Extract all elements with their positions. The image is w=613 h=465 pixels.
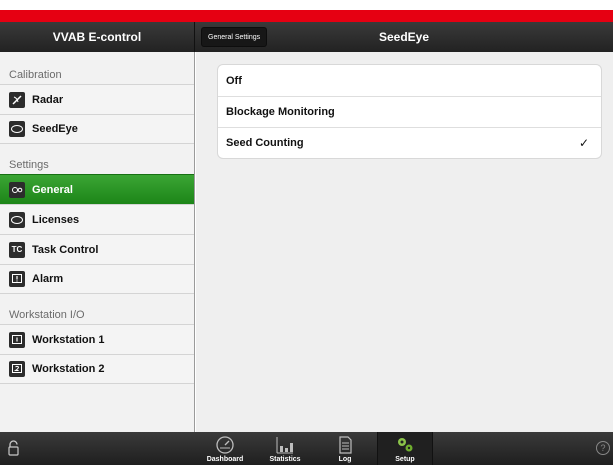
tab-label: Dashboard — [206, 456, 244, 463]
dashboard-icon — [215, 435, 235, 455]
sidebar-item-alarm[interactable]: Alarm — [0, 264, 194, 294]
sidebar-item-licenses[interactable]: Licenses — [0, 204, 194, 234]
option-seed-counting[interactable]: Seed Counting ✓ — [218, 127, 601, 158]
tab-label: Log — [338, 456, 352, 463]
general-icon — [9, 181, 25, 198]
sidebar-item-label: SeedEye — [32, 123, 78, 135]
tabs: Dashboard Statistics Log Setup — [197, 432, 437, 465]
sidebar-item-label: Workstation 1 — [32, 333, 105, 346]
option-label: Blockage Monitoring — [226, 106, 335, 118]
option-blockage-monitoring[interactable]: Blockage Monitoring — [218, 96, 601, 127]
workstation-2-icon — [9, 361, 25, 377]
sidebar-item-label: Alarm — [32, 273, 64, 285]
sidebar-item-seedeye[interactable]: SeedEye — [0, 114, 194, 144]
sidebar-item-general[interactable]: General — [0, 174, 194, 204]
section-title-workstation-io: Workstation I/O — [9, 309, 85, 321]
app-title: VVAB E-control — [0, 22, 195, 52]
sidebar-section-calibration: Calibration Radar SeedEye — [0, 64, 194, 144]
detail-header: General Settings SeedEye — [195, 22, 613, 52]
section-title-calibration: Calibration — [9, 69, 62, 81]
licenses-icon — [9, 211, 25, 228]
header-bar: VVAB E-control General Settings SeedEye — [0, 22, 613, 52]
help-icon[interactable]: ? — [596, 441, 610, 455]
lock-icon[interactable] — [8, 440, 19, 456]
tab-statistics[interactable]: Statistics — [257, 432, 313, 465]
option-off[interactable]: Off — [218, 65, 601, 96]
sidebar-item-label: Radar — [32, 93, 64, 106]
option-label: Off — [226, 74, 242, 87]
sidebar-item-radar[interactable]: Radar — [0, 84, 194, 114]
option-list: Off Blockage Monitoring Seed Counting ✓ — [217, 64, 602, 159]
tab-log[interactable]: Log — [317, 432, 373, 465]
tab-label: Statistics — [269, 456, 301, 463]
workstation-1-icon — [9, 331, 25, 348]
sidebar-item-label: Licenses — [32, 213, 80, 226]
brand-red-bar — [0, 10, 613, 22]
sidebar-section-settings: Settings General Licenses TC Task Contro… — [0, 154, 194, 294]
sidebar-item-workstation-2[interactable]: Workstation 2 — [0, 354, 194, 384]
setup-icon — [395, 435, 415, 455]
sidebar-item-label: Task Control — [32, 243, 99, 256]
seedeye-icon — [9, 121, 25, 137]
sidebar-section-workstation-io: Workstation I/O Workstation 1 Workstatio… — [0, 304, 194, 384]
main-content: Off Blockage Monitoring Seed Counting ✓ — [196, 52, 613, 432]
sidebar: Calibration Radar SeedEye Settings Gener… — [0, 52, 195, 432]
sidebar-item-label: General — [32, 183, 73, 196]
sidebar-item-workstation-1[interactable]: Workstation 1 — [0, 324, 194, 354]
log-icon — [335, 435, 355, 455]
statistics-icon — [275, 435, 295, 455]
page-title: SeedEye — [378, 30, 430, 44]
tab-label: Setup — [395, 456, 415, 463]
section-title-settings: Settings — [9, 159, 49, 171]
tab-setup[interactable]: Setup — [377, 432, 433, 465]
radar-icon — [9, 91, 25, 108]
top-white-strip — [0, 0, 613, 10]
checkmark-icon: ✓ — [578, 136, 589, 150]
alarm-icon — [9, 271, 25, 287]
bottom-tab-bar: Dashboard Statistics Log Setup ? — [0, 432, 613, 465]
option-label: Seed Counting — [226, 137, 304, 149]
back-button-general-settings[interactable]: General Settings — [201, 27, 268, 47]
sidebar-item-task-control[interactable]: TC Task Control — [0, 234, 194, 264]
task-control-icon: TC — [9, 241, 25, 258]
sidebar-item-label: Workstation 2 — [32, 363, 105, 375]
tab-dashboard[interactable]: Dashboard — [197, 432, 253, 465]
